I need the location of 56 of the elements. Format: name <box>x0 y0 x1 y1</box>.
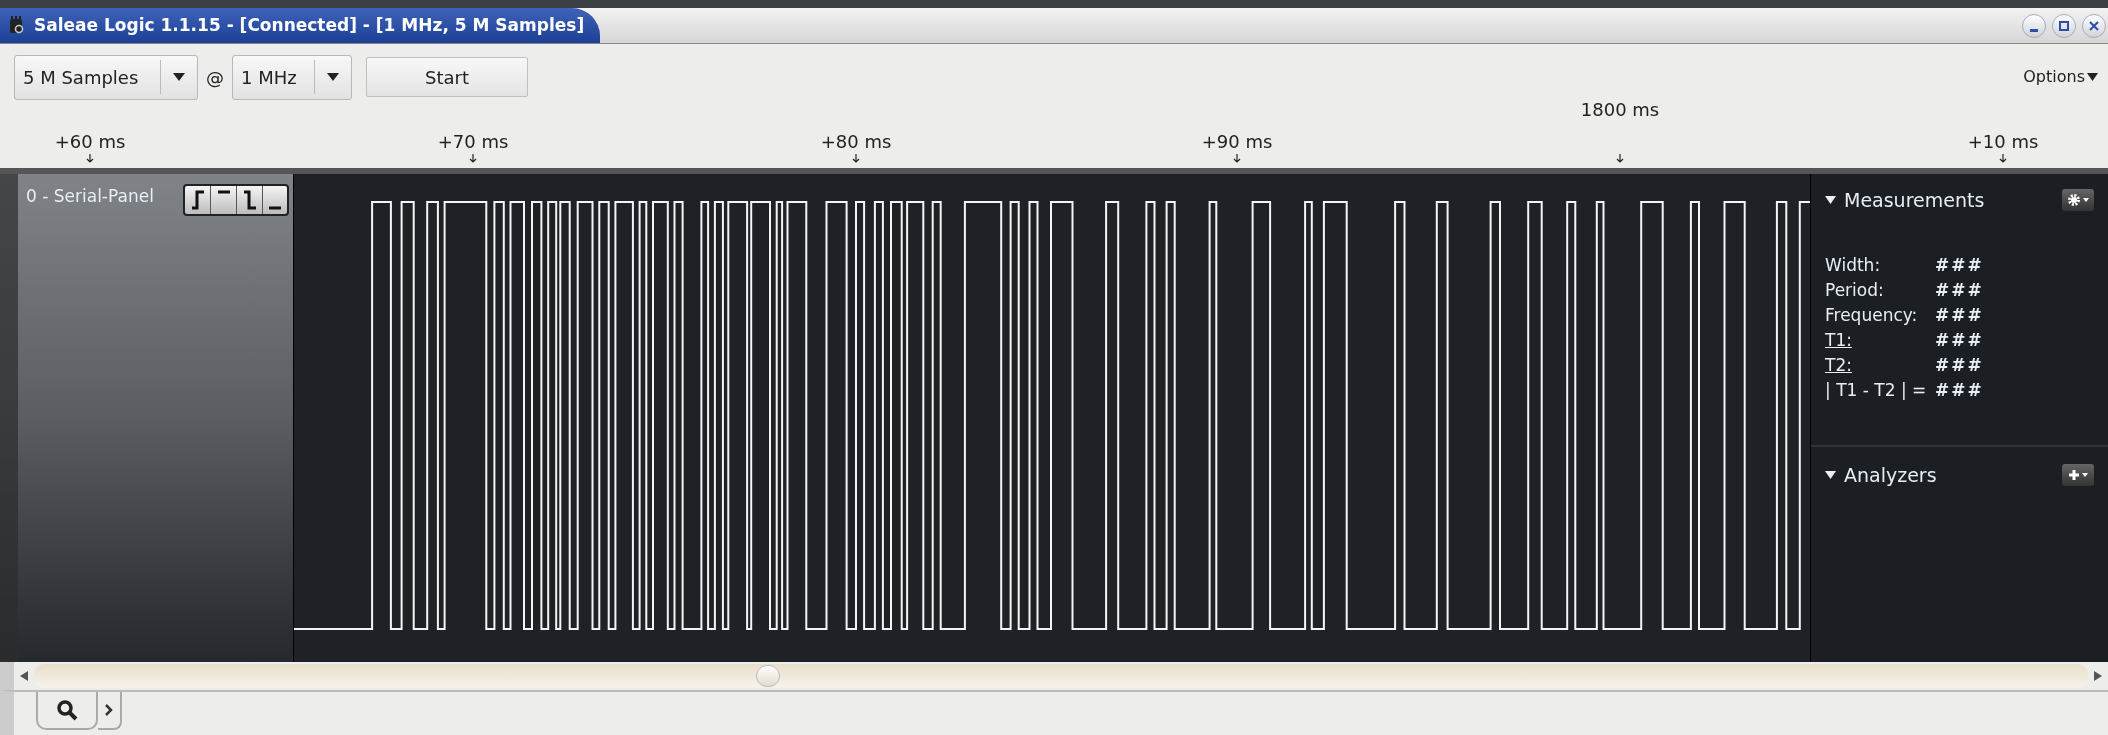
at-symbol: @ <box>206 65 224 90</box>
time-marker: +60 ms <box>54 130 126 154</box>
measurement-value: ### <box>1935 378 1984 402</box>
scroll-right-icon[interactable] <box>2094 671 2102 681</box>
expand-tab[interactable] <box>98 692 122 730</box>
tick-arrow-icon <box>852 154 860 163</box>
plus-icon <box>2068 468 2080 481</box>
chevron-right-icon <box>105 704 113 716</box>
time-marker: +70 ms <box>437 130 509 154</box>
measurement-label: | T1 - T2 | = <box>1825 378 1928 402</box>
time-marker: +10 ms <box>1967 130 2039 154</box>
settings-button[interactable] <box>2062 189 2094 212</box>
measurement-value: ### <box>1935 303 1984 327</box>
measurement-value: ### <box>1935 278 1984 302</box>
tick-arrow-icon <box>1999 154 2007 163</box>
time-marker: +90 ms <box>1201 130 1273 154</box>
horizontal-scrollbar[interactable] <box>0 662 2108 690</box>
measurement-value: ### <box>1935 253 1984 277</box>
section-title: Analyzers <box>1844 462 1937 488</box>
samples-dropdown[interactable]: 5 M Samples <box>14 54 198 100</box>
search-tab[interactable] <box>36 692 98 730</box>
scroll-thumb[interactable] <box>756 665 780 687</box>
gear-icon <box>2067 193 2081 208</box>
tick-arrow-icon <box>1616 154 1624 163</box>
measurement-value: ### <box>1935 328 1984 352</box>
measurement-label: T1: <box>1825 328 1853 352</box>
time-marker: +80 ms <box>820 130 892 154</box>
search-icon <box>56 699 78 721</box>
close-icon <box>2089 20 2099 31</box>
start-button[interactable]: Start <box>366 57 528 97</box>
caret-icon <box>327 73 339 81</box>
tick-arrow-icon <box>1233 154 1241 163</box>
collapse-caret-icon[interactable] <box>1825 470 1836 479</box>
measurement-label: T2: <box>1825 353 1853 377</box>
maximize-button[interactable] <box>2052 13 2076 38</box>
tick-arrow-icon <box>469 154 477 163</box>
caret-icon <box>173 73 185 81</box>
add-button[interactable] <box>2062 463 2094 486</box>
caret-icon <box>2082 472 2088 477</box>
cursor-time: 1800 ms <box>1580 98 1660 122</box>
caret-icon <box>2087 73 2098 81</box>
measurement-label: Frequency: <box>1825 303 1919 327</box>
minimize-button[interactable] <box>2022 13 2046 38</box>
collapse-caret-icon[interactable] <box>1825 196 1836 205</box>
section-title: Measurements <box>1844 188 1985 213</box>
tick-arrow-icon <box>86 154 94 163</box>
channel-label: 0 - Serial-Panel <box>26 185 154 208</box>
measurement-label: Period: <box>1825 278 1885 302</box>
options-menu[interactable]: Options <box>2023 65 2098 89</box>
measurement-value: ### <box>1935 353 1984 377</box>
window-title: Saleae Logic 1.1.15 - [Connected] - [1 MHz, 5 M Samples] <box>34 13 585 37</box>
scroll-left-icon[interactable] <box>20 671 28 681</box>
close-button[interactable] <box>2082 13 2106 38</box>
measurement-label: Width: <box>1825 253 1882 277</box>
caret-icon <box>2083 198 2089 203</box>
rate-dropdown[interactable]: 1 MHz <box>232 54 352 100</box>
